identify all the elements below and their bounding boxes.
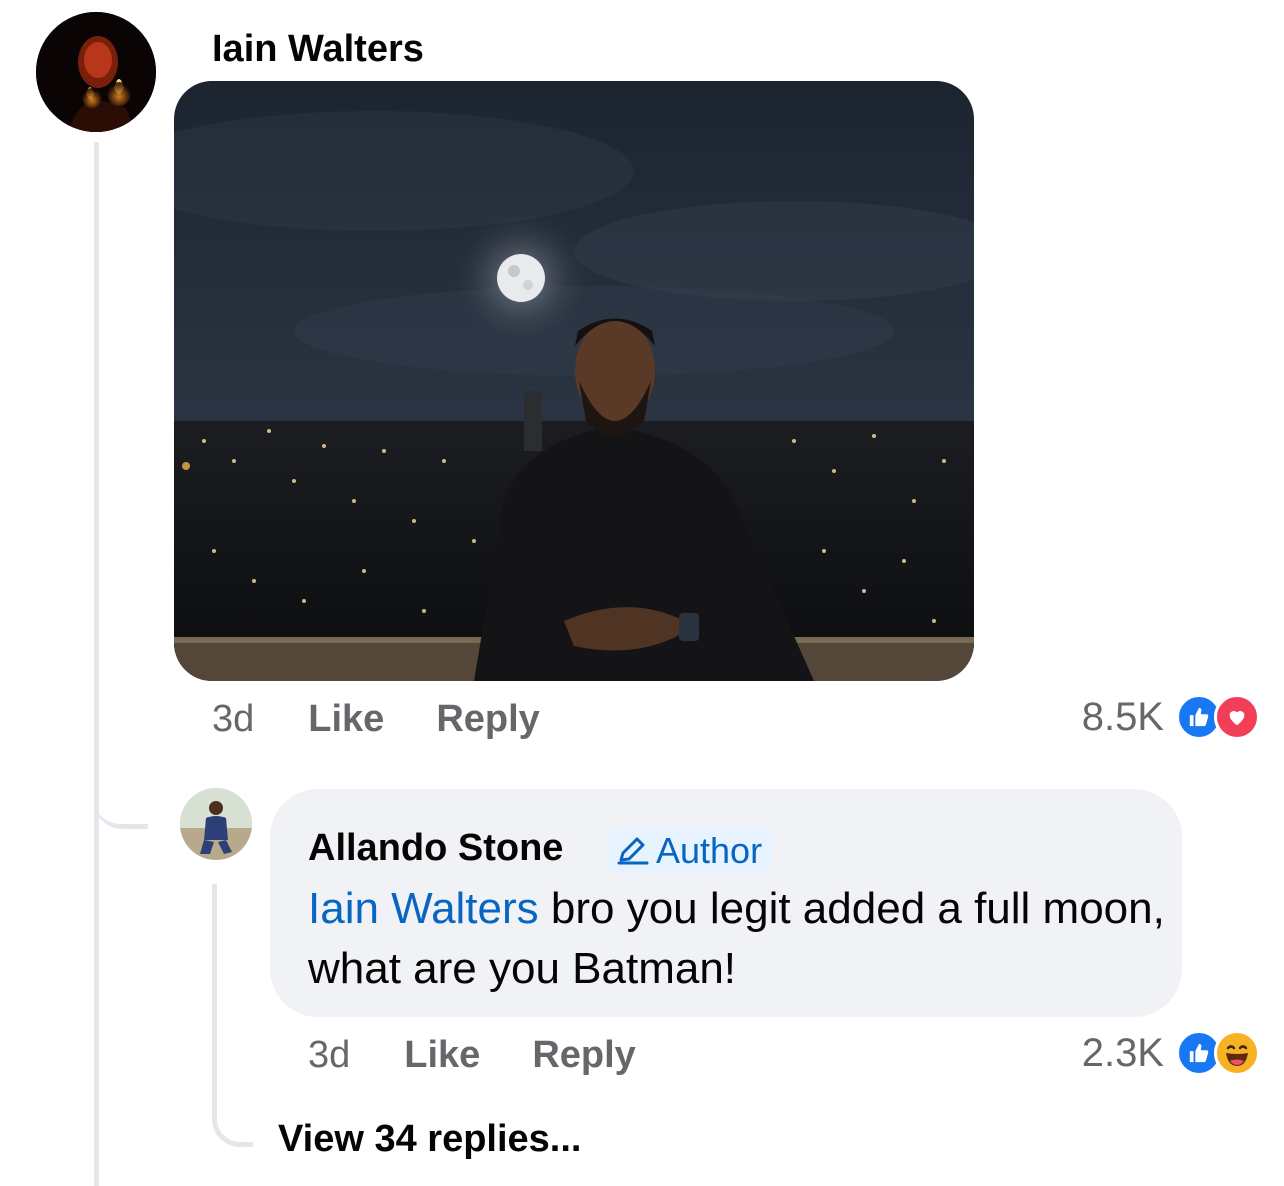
reply-like-button[interactable]: Like bbox=[404, 1034, 480, 1077]
author-badge-label: Author bbox=[656, 830, 763, 871]
reply-text: Iain Walters bro you legit added a full … bbox=[308, 879, 1168, 999]
reply-reactions[interactable]: 2.3K bbox=[1082, 1030, 1260, 1076]
thread-elbow-view-replies bbox=[212, 1090, 253, 1147]
haha-icon bbox=[1214, 1030, 1260, 1076]
reply-timestamp[interactable]: 3d bbox=[308, 1034, 350, 1077]
reply-reaction-count: 2.3K bbox=[1081, 1030, 1164, 1075]
comment-reactions[interactable]: 8.5K bbox=[1082, 694, 1260, 740]
comment-timestamp[interactable]: 3d bbox=[212, 698, 254, 741]
avatar-iain-walters[interactable] bbox=[36, 12, 156, 132]
reply-actions: 3d Like Reply bbox=[308, 1034, 636, 1077]
thread-line-reply bbox=[212, 884, 217, 1104]
comment-reaction-count: 8.5K bbox=[1081, 694, 1164, 739]
reply-reply-button[interactable]: Reply bbox=[532, 1034, 635, 1077]
comment-like-button[interactable]: Like bbox=[308, 698, 384, 741]
thread-line-main bbox=[94, 142, 99, 1186]
avatar-allando-stone[interactable] bbox=[180, 788, 252, 860]
mention-link[interactable]: Iain Walters bbox=[308, 884, 539, 933]
comment-actions: 3d Like Reply bbox=[212, 698, 540, 741]
avatar-image bbox=[36, 12, 156, 132]
love-icon bbox=[1214, 694, 1260, 740]
view-replies-link[interactable]: View 34 replies... bbox=[278, 1118, 581, 1161]
pencil-icon bbox=[617, 837, 649, 865]
author-badge: Author bbox=[608, 829, 773, 873]
comment-photo[interactable] bbox=[174, 81, 974, 681]
reply-author-name[interactable]: Allando Stone bbox=[308, 827, 563, 870]
avatar-image bbox=[180, 788, 252, 860]
photo-night-city-full-moon bbox=[174, 81, 974, 681]
thread-elbow-reply bbox=[94, 760, 148, 829]
comment-reply-button[interactable]: Reply bbox=[436, 698, 539, 741]
comment-author-name[interactable]: Iain Walters bbox=[212, 28, 424, 71]
reply-bubble: Allando Stone Author Iain Walters bro yo… bbox=[270, 789, 1182, 1017]
